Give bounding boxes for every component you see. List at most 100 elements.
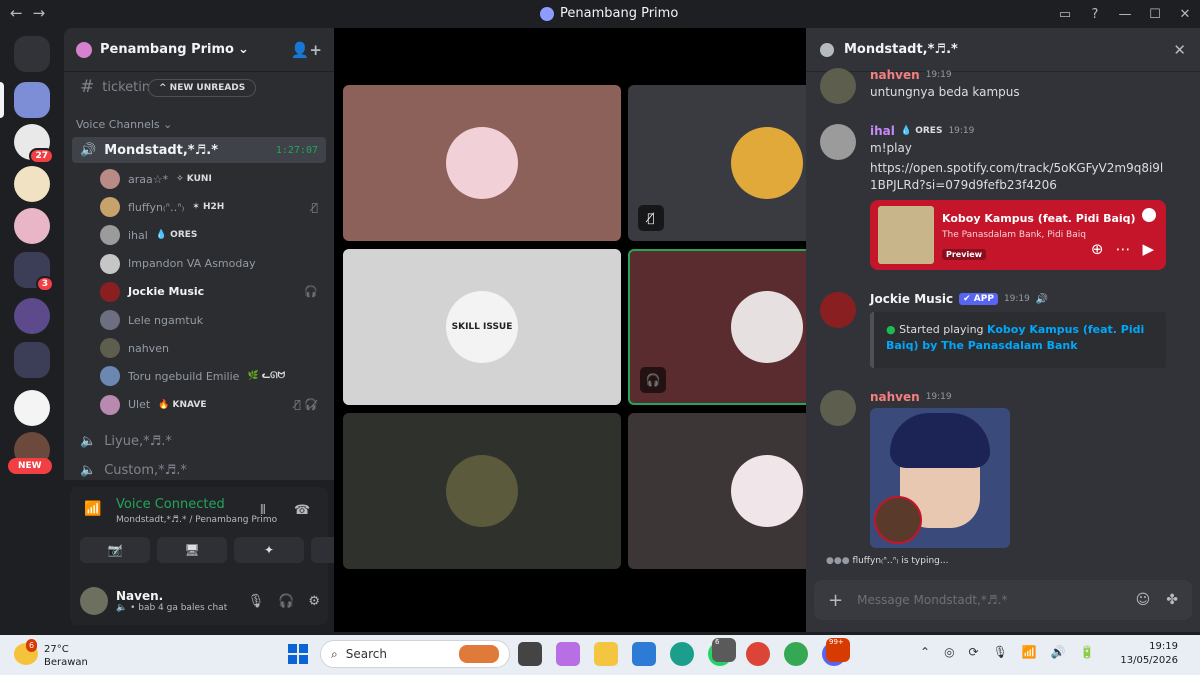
invite-people-icon[interactable]: 👤+ [291, 41, 322, 59]
spotify-link[interactable]: https://open.spotify.com/track/5oKGFyV2m… [870, 160, 1170, 194]
guild-header[interactable]: Penambang Primo ⌄ 👤+ [64, 28, 334, 72]
spotify-embed: Koboy Kampus (feat. Pidi Baiq) The Panas… [870, 200, 1166, 270]
camera-button[interactable]: 📷̸ [80, 537, 150, 563]
settings-gear-icon[interactable]: ⚙ [308, 594, 320, 609]
chrome-icon[interactable] [746, 642, 770, 666]
voice-channel-custom[interactable]: 🔈 Custom,*♬.* [72, 457, 326, 483]
now-playing-embed: ● Started playing Koboy Kampus (feat. Pi… [870, 312, 1166, 368]
discord-taskbar-icon[interactable]: 99+ [822, 638, 850, 666]
clock[interactable]: 19:19 13/05/2026 [1120, 640, 1178, 668]
add-attachment-icon[interactable]: + [828, 590, 843, 611]
start-button[interactable] [288, 644, 308, 664]
microphone-icon[interactable]: 🎙 [248, 594, 265, 609]
chrome-profile-icon[interactable] [784, 642, 808, 666]
voice-status[interactable]: Voice Connected [116, 497, 225, 512]
voice-user-row[interactable]: ihal 💧 ORES [100, 222, 326, 248]
timestamp: 19:19 [925, 392, 952, 402]
back-arrow-icon[interactable]: ← [10, 4, 33, 22]
server-icon[interactable] [14, 298, 50, 334]
disconnect-icon[interactable]: ☎ [294, 503, 310, 518]
avatar[interactable] [820, 292, 856, 328]
voice-channel-mondstadt[interactable]: 🔊 Mondstadt,*♬.* 1:27:07 [72, 137, 326, 163]
typing-indicator: ●●● fluffyn₍ᐢ‥ᐢ₎ is typing... [826, 556, 948, 566]
channel-sidebar: Penambang Primo ⌄ 👤+ # ticketin ^ NEW UN… [64, 28, 334, 480]
weather-badge: 6 [26, 639, 38, 652]
activities-button[interactable]: ✦ [234, 537, 304, 563]
battery-icon[interactable]: 🔋 [1080, 645, 1095, 659]
server-folder-icon[interactable] [14, 342, 50, 378]
server-folder-icon[interactable]: 3 [14, 252, 54, 292]
emoji-icon[interactable]: ☺ [1136, 592, 1151, 608]
author-name[interactable]: nahven [870, 390, 920, 404]
author-name[interactable]: Jockie Music [870, 292, 953, 306]
copilot-icon[interactable] [556, 642, 580, 666]
voice-state-icon: 🎧 [304, 285, 318, 299]
apps-icon[interactable]: ✤ [1166, 592, 1178, 608]
avatar[interactable] [820, 390, 856, 426]
message-composer[interactable]: + Message Mondstadt,*♬.* ☺ ✤ [814, 580, 1192, 620]
participant-tile[interactable]: SKILL ISSUE [343, 249, 621, 405]
voice-user-row[interactable]: Lele ngamtuk [100, 307, 326, 333]
wifi-icon[interactable]: 📶 [1022, 645, 1037, 659]
new-unreads-button[interactable]: ^ NEW UNREADS [148, 79, 257, 97]
discord-home-icon[interactable] [14, 36, 50, 72]
message-input[interactable]: Message Mondstadt,*♬.* [857, 593, 1007, 607]
server-icon[interactable]: 27 [14, 124, 54, 164]
voice-user-row[interactable]: Ulet 🔥 KNAVE 🎙̸ 🎧̸ [100, 392, 326, 418]
album-art[interactable] [878, 206, 934, 264]
speaking-icon: 🔊 [1035, 293, 1049, 305]
forward-arrow-icon[interactable]: → [33, 4, 56, 22]
edge-icon[interactable] [670, 642, 694, 666]
help-icon[interactable]: ? [1080, 7, 1110, 22]
voice-user-row[interactable]: Impandon VA Asmoday [100, 251, 326, 277]
avatar[interactable] [820, 68, 856, 104]
participant-tile[interactable] [343, 413, 621, 569]
tray-app-icon[interactable]: ◎ [944, 645, 954, 659]
track-title[interactable]: Koboy Kampus (feat. Pidi Baiq) [942, 212, 1136, 225]
server-icon[interactable] [14, 390, 50, 426]
close-icon[interactable]: ✕ [1173, 41, 1186, 59]
nav-buttons: ←→ [10, 4, 55, 22]
signal-icon[interactable]: 📶 [84, 501, 101, 517]
category-voice-channels[interactable]: Voice Channels ⌄ [76, 118, 172, 131]
voice-user-row[interactable]: fluffyn₍ᐢ‥ᐢ₎ ✶ H2H 🎙̸ [100, 194, 326, 220]
task-view-icon[interactable] [518, 642, 542, 666]
taskbar-search[interactable]: ⌕ Search [320, 640, 510, 668]
server-icon[interactable] [14, 166, 50, 202]
sync-icon[interactable]: ⟳ [969, 645, 979, 659]
server-icon-active[interactable] [0, 82, 50, 118]
image-hair [890, 413, 990, 468]
headphones-icon[interactable]: 🎧 [278, 594, 294, 609]
voice-channel-liyue[interactable]: 🔈 Liyue,*♬.* [72, 428, 326, 454]
whatsapp-icon[interactable]: 6 [708, 638, 736, 666]
volume-icon[interactable]: 🔊 [1051, 645, 1066, 659]
more-icon[interactable]: ⋯ [1115, 240, 1130, 258]
add-icon[interactable]: ⊕ [1091, 240, 1104, 258]
screen-share-button[interactable]: 🖥 [157, 537, 227, 563]
inbox-icon[interactable]: ▭ [1050, 7, 1080, 22]
file-explorer-icon[interactable] [594, 642, 618, 666]
voice-user-row[interactable]: Toru ngebuild Emilie 🌿 ᓚᘏᗢ [100, 363, 326, 389]
avatar[interactable] [820, 124, 856, 160]
play-icon[interactable]: ▶ [1142, 240, 1154, 258]
chevron-up-icon[interactable]: ⌃ [920, 645, 930, 659]
avatar[interactable] [80, 587, 108, 615]
voice-user-row[interactable]: araa☆* ✧ KUNI [100, 166, 326, 192]
noise-suppression-icon[interactable]: ⦀ [260, 503, 266, 518]
author-name[interactable]: ihal [870, 124, 895, 138]
server-icon[interactable] [14, 208, 50, 244]
new-unreads-pill[interactable]: NEW [8, 458, 52, 474]
author-name[interactable]: nahven [870, 68, 920, 82]
image-attachment[interactable] [870, 408, 1010, 548]
participant-tile[interactable] [343, 85, 621, 241]
voice-user-row[interactable]: nahven [100, 335, 326, 361]
user-info[interactable]: Naven. 🔈 • bab 4 ga bales chat [116, 589, 227, 613]
close-window-button[interactable]: ✕ [1170, 7, 1200, 22]
track-artist[interactable]: The Panasdalam Bank, Pidi Baiq [942, 230, 1086, 240]
minimize-button[interactable]: — [1110, 7, 1140, 22]
maximize-button[interactable]: ☐ [1140, 7, 1170, 22]
voice-user-row[interactable]: Jockie Music 🎧 [100, 279, 326, 305]
mic-tray-icon[interactable]: 🎙 [993, 645, 1008, 659]
store-icon[interactable] [632, 642, 656, 666]
embed-prefix: Started playing [899, 323, 988, 336]
